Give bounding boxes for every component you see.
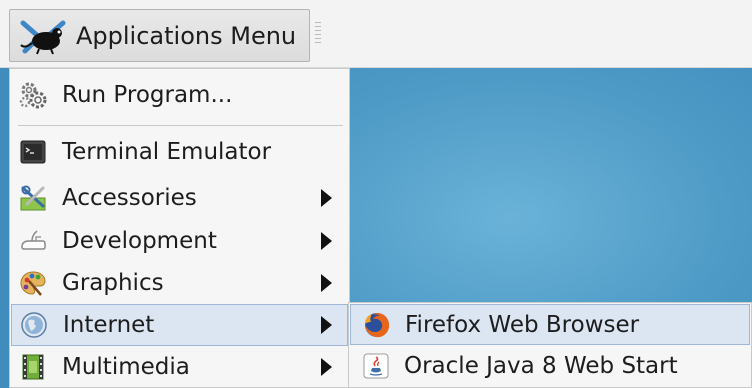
menu-item-graphics[interactable]: Graphics xyxy=(11,263,348,303)
xfce-mouse-icon xyxy=(20,20,66,55)
menu-item-label: Accessories xyxy=(62,185,197,211)
applications-menu: Run Program... Terminal Emulator Accesso… xyxy=(9,68,350,388)
menu-item-label: Run Program... xyxy=(62,82,233,108)
menu-item-development[interactable]: Development xyxy=(11,221,348,261)
submenu-arrow-icon xyxy=(321,189,332,207)
menu-item-internet[interactable]: Internet xyxy=(11,304,348,346)
menu-item-run-program[interactable]: Run Program... xyxy=(11,75,348,115)
panel-separator-handle[interactable] xyxy=(315,22,321,46)
submenu-item-java-web-start[interactable]: Oracle Java 8 Web Start xyxy=(350,346,750,387)
submenu-arrow-icon xyxy=(321,316,332,334)
menu-item-label: Internet xyxy=(63,312,155,338)
menu-item-terminal-emulator[interactable]: Terminal Emulator xyxy=(11,132,348,172)
menu-item-label: Terminal Emulator xyxy=(62,139,272,165)
submenu-arrow-icon xyxy=(321,232,332,250)
menu-item-multimedia[interactable]: Multimedia xyxy=(11,347,348,387)
terminal-icon xyxy=(20,140,46,164)
internet-globe-icon xyxy=(21,312,47,338)
submenu-arrow-icon xyxy=(321,358,332,376)
menu-item-label: Multimedia xyxy=(62,354,190,380)
menu-item-label: Development xyxy=(62,228,217,254)
applications-menu-label: Applications Menu xyxy=(76,22,297,50)
applications-menu-button[interactable]: Applications Menu xyxy=(9,9,310,62)
submenu-item-label: Oracle Java 8 Web Start xyxy=(404,353,678,379)
accessories-icon xyxy=(20,185,46,211)
java-icon xyxy=(363,353,389,379)
graphics-palette-icon xyxy=(20,271,46,296)
submenu-item-label: Firefox Web Browser xyxy=(405,312,640,338)
top-panel: Applications Menu xyxy=(0,0,752,68)
development-icon xyxy=(21,230,46,250)
menu-item-label: Graphics xyxy=(62,270,164,296)
submenu-item-firefox[interactable]: Firefox Web Browser xyxy=(350,304,750,345)
multimedia-film-icon xyxy=(22,354,44,380)
internet-submenu: Firefox Web Browser Oracle Java 8 Web St… xyxy=(348,302,752,388)
menu-separator xyxy=(18,125,343,126)
submenu-arrow-icon xyxy=(321,274,332,292)
menu-item-accessories[interactable]: Accessories xyxy=(11,178,348,218)
gears-icon xyxy=(19,82,47,109)
firefox-icon xyxy=(365,313,390,338)
